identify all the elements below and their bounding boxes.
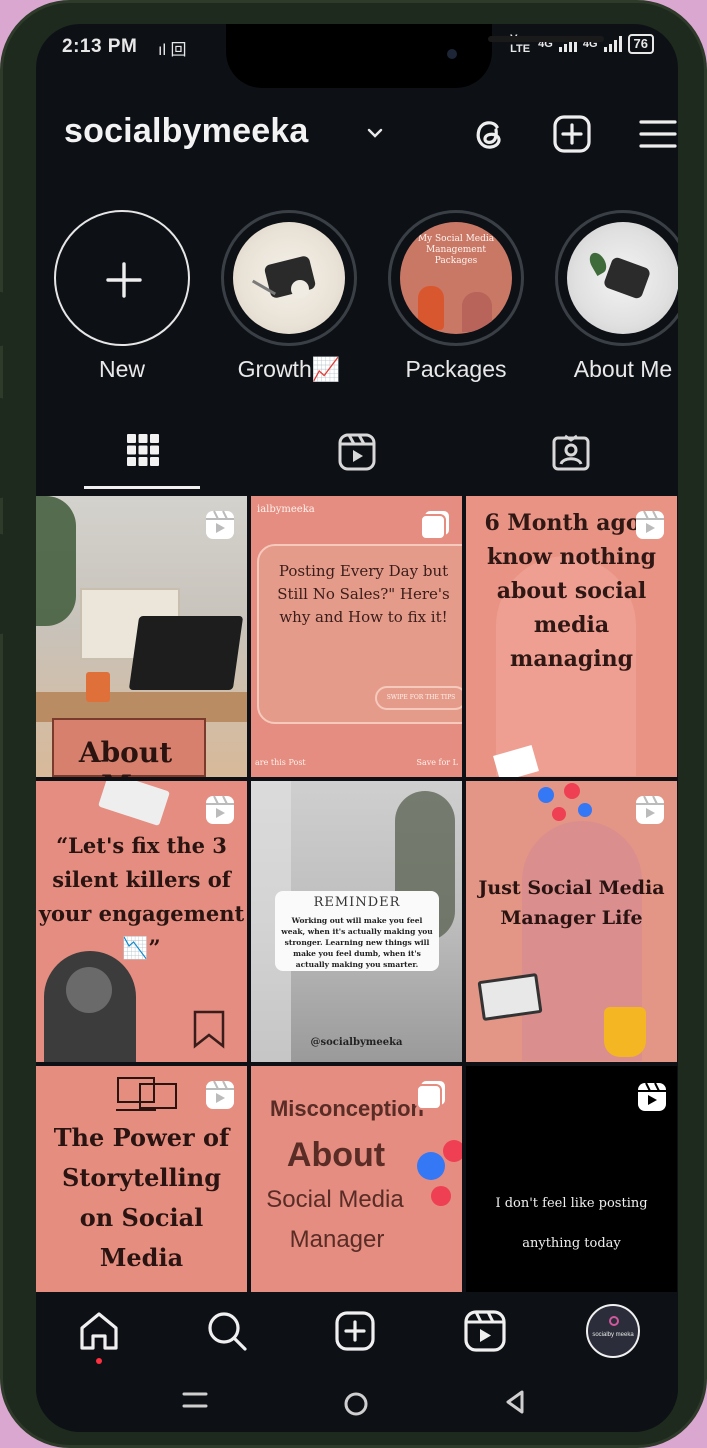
battery-indicator: 76 <box>627 34 654 54</box>
highlight-label: Packages <box>405 356 507 382</box>
highlight-thumbnail: My Social Media Management Packages <box>400 222 512 334</box>
screen: 2:13 PM ıl 回 Vo LTE 4G 4G 76 socialbymee… <box>36 24 678 1432</box>
home-notification-dot <box>96 1358 102 1364</box>
post-caption: The Power of Storytelling on Social Medi… <box>53 1123 230 1272</box>
post-footer-right: Save for L <box>416 758 458 767</box>
highlight-label: New <box>98 356 145 382</box>
front-camera <box>447 49 457 59</box>
highlight-ring <box>555 210 678 346</box>
create-post-icon[interactable] <box>550 112 594 156</box>
post-footer-left: are this Post <box>255 758 306 767</box>
reels-icon[interactable] <box>462 1308 508 1354</box>
reel-badge-icon <box>206 795 234 824</box>
status-notification-icons: ıl 回 <box>158 42 187 59</box>
post-caption-line: About <box>286 1136 386 1174</box>
back-icon[interactable] <box>502 1388 528 1416</box>
reel-badge-icon <box>636 795 664 824</box>
reel-badge-icon <box>206 510 234 539</box>
packages-thumb-text: My Social Media Management Packages <box>417 234 495 266</box>
home-circle-icon[interactable] <box>342 1390 370 1418</box>
search-icon[interactable] <box>204 1308 250 1354</box>
highlight-ring <box>221 210 357 346</box>
highlight-thumbnail <box>567 222 678 334</box>
highlight-growth[interactable]: Growth📈 <box>214 210 364 383</box>
bottom-navigation: socialby meeka <box>36 1292 678 1374</box>
profile-header: socialbymeeka <box>64 112 677 162</box>
tab-posts-grid[interactable] <box>36 420 250 492</box>
post-tile[interactable]: Just Social Media Manager Life <box>466 781 677 1062</box>
profile-avatar[interactable]: socialby meeka <box>586 1304 640 1358</box>
post-tile[interactable]: “Let's fix the 3 silent killers of your … <box>36 781 247 1062</box>
active-tab-indicator <box>84 486 200 489</box>
post-handle: @socialbymeeka <box>310 1037 403 1048</box>
highlight-thumbnail <box>233 222 345 334</box>
post-caption: Just Social Media Manager Life <box>478 877 665 929</box>
highlight-new[interactable]: New <box>47 210 197 383</box>
highlight-packages[interactable]: My Social Media Management Packages Pack… <box>381 210 531 383</box>
story-highlights: New Growth📈 My Social Media Management P… <box>54 210 678 383</box>
highlight-label: Growth📈 <box>237 356 341 382</box>
avatar-text: socialby meeka <box>592 1332 634 1338</box>
post-tile[interactable]: ialbymeeka Posting Every Day but Still N… <box>251 496 462 777</box>
new-highlight-ring <box>54 210 190 346</box>
tagged-user-icon <box>552 434 590 471</box>
menu-icon[interactable] <box>636 112 678 156</box>
notch <box>226 24 604 88</box>
reels-icon <box>338 433 376 471</box>
reel-badge-icon <box>206 1080 234 1109</box>
account-switcher-username[interactable]: socialbymeeka <box>64 112 309 151</box>
bookmark-icon <box>193 1010 225 1049</box>
post-handle: ialbymeeka <box>257 504 315 515</box>
phone-side-button <box>0 398 4 498</box>
plus-icon <box>106 262 142 298</box>
post-caption: About Me <box>78 736 173 777</box>
post-caption-line: Social Media <box>266 1186 404 1213</box>
status-time: 2:13 PM <box>62 36 138 57</box>
reminder-title: REMINDER <box>313 895 401 910</box>
home-icon[interactable] <box>76 1308 122 1354</box>
post-caption-line: anything today <box>522 1236 621 1251</box>
highlight-label: About Me <box>573 356 673 382</box>
post-caption-line: Manager <box>289 1226 385 1253</box>
tab-tagged[interactable] <box>464 420 678 492</box>
system-navigation-bar <box>36 1374 678 1432</box>
post-tile[interactable]: REMINDER Working out will make you feel … <box>251 781 462 1062</box>
signal-icon-2 <box>603 36 622 52</box>
post-tile[interactable]: 6 Month ago I know nothing about social … <box>466 496 677 777</box>
tab-reels[interactable] <box>250 420 464 492</box>
avatar-logo-icon <box>609 1316 619 1326</box>
carousel-badge-icon <box>416 1081 445 1110</box>
posts-grid: About Me ialbymeeka Posting Every Day bu… <box>36 496 678 1347</box>
recent-apps-icon[interactable] <box>182 1390 208 1410</box>
create-icon[interactable] <box>332 1308 378 1354</box>
chevron-down-icon[interactable] <box>364 122 386 144</box>
grid-icon <box>127 434 159 466</box>
post-caption: “Let's fix the 3 silent killers of your … <box>38 833 245 960</box>
threads-icon[interactable] <box>468 112 512 156</box>
devices-icon <box>116 1077 177 1111</box>
post-tile[interactable]: About Me <box>36 496 247 777</box>
reminder-body: Working out will make you feel weak, whe… <box>281 916 433 969</box>
phone-side-button <box>0 534 4 634</box>
phone-side-button <box>0 292 4 346</box>
carousel-badge-icon <box>420 511 449 540</box>
post-caption: Posting Every Day but Still No Sales?" H… <box>277 562 450 626</box>
post-caption-line: I don't feel like posting <box>495 1196 648 1211</box>
speaker <box>488 36 604 42</box>
profile-tabs <box>36 420 678 492</box>
reel-badge-icon <box>636 510 664 539</box>
reel-badge-icon <box>638 1082 666 1111</box>
highlight-ring: My Social Media Management Packages <box>388 210 524 346</box>
highlight-about-me[interactable]: About Me <box>548 210 678 383</box>
swipe-button: SWIPE FOR THE TIPS <box>375 686 462 710</box>
